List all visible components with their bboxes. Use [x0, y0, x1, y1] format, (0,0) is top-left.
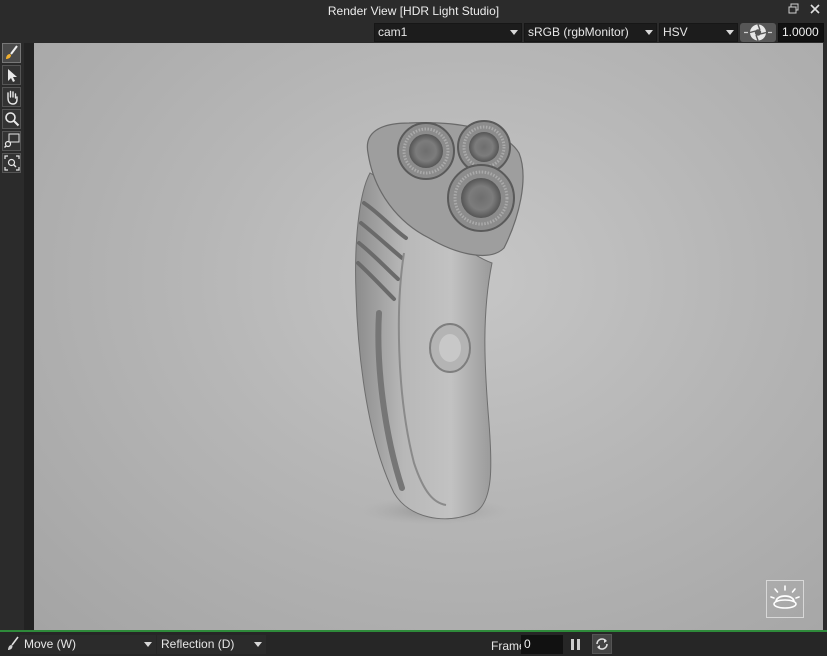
zoom-region-tool-button[interactable]: [2, 131, 21, 151]
render-image: [355, 120, 524, 525]
color-mode-select[interactable]: HSV: [659, 23, 738, 42]
render-toolbar: cam1 sRGB (rgbMonitor) HSV 1.0000: [0, 22, 827, 43]
exposure-button[interactable]: [740, 23, 776, 42]
chevron-down-icon: [510, 30, 518, 35]
render-viewport[interactable]: [34, 43, 823, 630]
aperture-icon: [744, 24, 772, 41]
light-preset-button[interactable]: [766, 580, 804, 618]
restore-icon[interactable]: [787, 3, 801, 17]
color-space-select[interactable]: sRGB (rgbMonitor): [524, 23, 657, 42]
mode-select[interactable]: Move (W): [20, 635, 156, 654]
zoom-tool-button[interactable]: [2, 109, 21, 129]
pause-icon[interactable]: [571, 639, 581, 650]
title-bar: Render View [HDR Light Studio]: [0, 0, 827, 22]
zoom-fit-icon: [4, 155, 20, 171]
frame-input[interactable]: 0: [521, 635, 563, 654]
arrow-icon: [8, 69, 17, 82]
chevron-down-icon: [645, 30, 653, 35]
close-icon[interactable]: [808, 3, 822, 17]
viewport-border: [823, 43, 827, 630]
color-mode-select-value: HSV: [663, 25, 688, 39]
window-title: Render View [HDR Light Studio]: [327, 4, 500, 18]
zoom-fit-tool-button[interactable]: [2, 153, 21, 173]
chevron-down-icon: [144, 642, 152, 647]
light-type-select[interactable]: Reflection (D): [157, 635, 266, 654]
camera-select-value: cam1: [378, 25, 408, 39]
status-bar: Move (W) Reflection (D) Frame 0: [0, 630, 827, 656]
select-tool-button[interactable]: [2, 65, 21, 85]
tool-column: [0, 43, 24, 630]
paint-tool-button[interactable]: [2, 43, 21, 63]
hand-icon: [7, 90, 18, 105]
magnifier-icon: [5, 112, 20, 127]
chevron-down-icon: [254, 642, 262, 647]
exposure-input[interactable]: 1.0000: [778, 23, 824, 42]
chevron-down-icon: [726, 30, 734, 35]
refresh-icon: [596, 638, 608, 650]
camera-select[interactable]: cam1: [374, 23, 522, 42]
pan-tool-button[interactable]: [2, 87, 21, 107]
sun-dome-icon: [766, 580, 804, 618]
brush-icon: [6, 45, 18, 59]
light-type-select-value: Reflection (D): [161, 637, 235, 651]
color-space-select-value: sRGB (rgbMonitor): [528, 25, 629, 39]
zoom-region-icon: [4, 133, 20, 148]
brush-icon: [6, 636, 20, 652]
refresh-button[interactable]: [592, 634, 612, 654]
mode-select-value: Move (W): [24, 637, 76, 651]
